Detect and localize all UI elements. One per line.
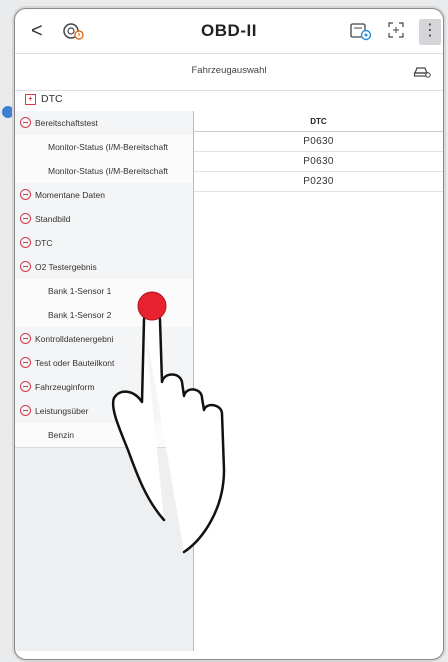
vehicle-selection-title: Fahrzeugauswahl (191, 65, 267, 76)
expand-icon[interactable] (387, 21, 405, 39)
collapse-icon[interactable] (20, 213, 31, 224)
collapse-icon[interactable] (20, 189, 31, 200)
dtc-code-row[interactable]: P0630 (194, 152, 443, 172)
tree-item-label: Monitor-Status (I/M-Bereitschaft (48, 142, 168, 152)
tree-item-label: Leistungsüber (35, 406, 89, 416)
tree-item[interactable]: Momentane Daten (15, 183, 193, 208)
title-bar: < OBD-II ⋮ (15, 9, 443, 53)
collapse-icon[interactable] (20, 381, 31, 392)
dtc-code-row[interactable]: P0230 (194, 172, 443, 192)
tap-gesture-hand-icon (111, 291, 226, 554)
tree-item-label: Momentane Daten (35, 190, 105, 200)
tree-item-label: Standbild (35, 214, 71, 224)
dtc-exit-icon[interactable]: + (25, 94, 36, 105)
tree-item-label: O2 Testergebnis (35, 262, 97, 272)
collapse-icon[interactable] (20, 117, 31, 128)
more-menu-icon[interactable]: ⋮ (419, 19, 441, 45)
tree-item-label: Monitor-Status (I/M-Bereitschaft (48, 166, 168, 176)
car-settings-icon[interactable] (413, 63, 431, 79)
tree-item[interactable]: DTC (15, 231, 193, 256)
tree-item-label: DTC (35, 238, 53, 248)
tree-item[interactable]: Bereitschaftstest (15, 111, 193, 136)
step-marker-dot (2, 106, 14, 118)
collapse-icon[interactable] (20, 261, 31, 272)
section-header: + DTC (15, 89, 443, 111)
collapse-icon[interactable] (20, 237, 31, 248)
dtc-column-header: DTC (194, 111, 443, 132)
dtc-code-row[interactable]: P0630 (194, 132, 443, 152)
data-logger-icon[interactable] (349, 21, 373, 41)
tree-item[interactable]: O2 Testergebnis (15, 255, 193, 280)
collapse-icon[interactable] (20, 405, 31, 416)
tree-item[interactable]: Monitor-Status (I/M-Bereitschaft (15, 159, 193, 184)
tree-item-label: Benzin (48, 430, 74, 440)
page-title: OBD-II (201, 21, 257, 40)
tree-item[interactable]: Monitor-Status (I/M-Bereitschaft (15, 135, 193, 160)
vehicle-selection-bar: Fahrzeugauswahl (15, 53, 443, 91)
collapse-icon[interactable] (20, 357, 31, 368)
collapse-icon[interactable] (20, 333, 31, 344)
tree-item[interactable]: Standbild (15, 207, 193, 232)
tree-item-label: Fahrzeuginform (35, 382, 95, 392)
tree-item-label: Bereitschaftstest (35, 118, 98, 128)
section-label: DTC (41, 93, 63, 105)
